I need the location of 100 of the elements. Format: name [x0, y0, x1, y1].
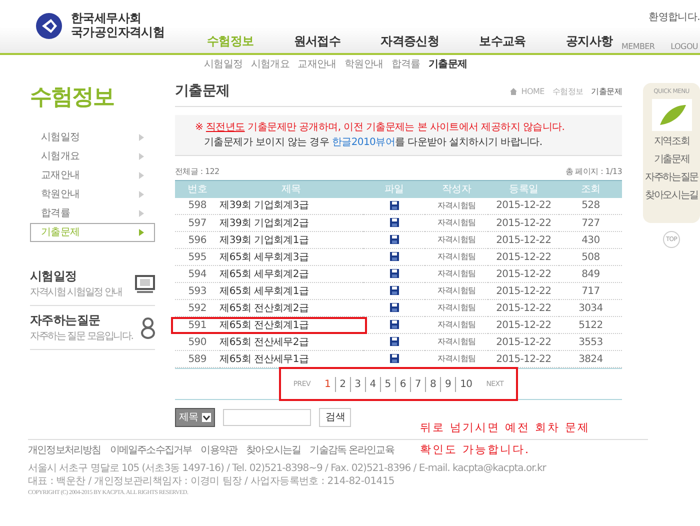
post-title-link[interactable]: 제65회 전산회계2급 — [220, 300, 363, 316]
search-button[interactable]: 검색 — [319, 408, 352, 427]
column-header: 파일 — [362, 180, 426, 198]
post-title-link[interactable]: 제65회 세무회계3급 — [220, 248, 363, 266]
caret-icon[interactable] — [202, 413, 212, 422]
post-title-link[interactable]: 제65회 전산회계1급 — [220, 316, 363, 334]
footer-link[interactable]: 이용약관 — [200, 444, 238, 458]
table-cell: 595 — [175, 248, 220, 266]
table-cell: 2015-12-22 — [488, 214, 560, 232]
table-cell: 자격시험팀 — [425, 282, 488, 300]
quick-menu-link[interactable]: 기출문제 — [654, 152, 690, 167]
search-field[interactable] — [223, 409, 312, 426]
table-cell: 849 — [559, 266, 622, 282]
quick-menu-link[interactable]: 지역조회 — [654, 134, 690, 149]
page-link[interactable]: 9 — [440, 376, 456, 392]
subnav-tab[interactable]: 교재안내 — [298, 57, 336, 73]
table-cell: 2015-12-22 — [488, 300, 560, 316]
post-title-link[interactable]: 제65회 전산세무1급 — [220, 350, 363, 368]
table-cell: 5122 — [559, 316, 622, 334]
welcome-text: 환영합니다. — [648, 11, 700, 25]
promo-subtitle: 자주하는 질문 모음입니다. — [30, 330, 133, 344]
page-title: 기출문제 — [175, 82, 230, 101]
sidebar-item[interactable]: 시험일정 — [30, 128, 155, 147]
table-cell: 598 — [175, 198, 220, 214]
post-title-link[interactable]: 제65회 전산세무2급 — [220, 334, 363, 350]
table-cell: 2015-12-22 — [488, 350, 560, 368]
promo-title: 시험일정 — [30, 268, 78, 285]
nav-tab[interactable]: 공지사항 — [566, 32, 613, 50]
subnav-tab[interactable]: 시험일정 — [204, 57, 243, 73]
page-link[interactable]: 2 — [334, 376, 350, 392]
post-title-link[interactable]: 제39회 기업회계3급 — [220, 198, 363, 214]
header-link[interactable]: MEMBER — [622, 41, 655, 53]
table-cell: 자격시험팀 — [425, 248, 488, 266]
nav-tab[interactable]: 보수교육 — [479, 32, 526, 50]
column-header: 등록일 — [488, 180, 560, 198]
table-cell: 2015-12-22 — [488, 334, 560, 350]
notice-text: ※ 직전년도 기출문제만 공개하며, 이전 기출문제는 본 사이트에서 제공하지 않습니다. — [195, 121, 566, 135]
post-title-link[interactable]: 제65회 세무회계1급 — [220, 282, 363, 300]
footer-link[interactable]: 이메일주소수집거부 — [110, 444, 192, 458]
subnav-tab[interactable]: 합격률 — [391, 57, 420, 73]
quick-menu-link[interactable]: 자주하는질문 — [645, 170, 698, 185]
logo-text: 국가공인자격시험 — [71, 26, 165, 40]
nav-tab[interactable]: 원서접수 — [294, 32, 341, 50]
footer-info: 대표 : 백운찬 / 개인정보관리책임자 : 이경미 팀장 / 사업자등록번호 : 214-82-01415 — [28, 475, 396, 488]
page-link[interactable]: 4 — [364, 376, 380, 392]
table-cell: 589 — [175, 350, 220, 368]
table-cell: 594 — [175, 266, 220, 282]
table-cell: 717 — [559, 282, 622, 300]
post-title-link[interactable]: 제65회 세무회계2급 — [220, 266, 363, 282]
sidebar-item[interactable]: 학원안내 — [30, 185, 155, 204]
table-cell: 2015-12-22 — [488, 316, 560, 334]
promo-subtitle: 자격시험 시험일정 안내 — [30, 286, 122, 300]
footer-link[interactable]: 기술감독 온라인교육 — [310, 444, 394, 458]
table-cell: 596 — [175, 232, 220, 248]
page-link[interactable]: 7 — [410, 376, 425, 392]
column-header: 제목 — [220, 180, 363, 198]
table-cell: 3824 — [559, 350, 622, 368]
footer-link[interactable]: 개인정보처리방침 — [28, 444, 101, 458]
logo-text: 한국세무사회 — [71, 12, 142, 26]
field-select[interactable]: 제목 — [175, 408, 216, 427]
subnav-tab[interactable]: 학원안내 — [344, 57, 384, 73]
footer-address: 서울시 서초구 명달로 105 (서초3동 1497-16) / Tel. 02)521-8398~9 / Fax. 02)521-8396 / E-mail. kacpta@kacpta.or.kr — [28, 462, 548, 475]
viewer-link[interactable]: 한글2010뷰어 — [332, 137, 395, 148]
table-cell: 자격시험팀 — [425, 350, 488, 368]
table-cell: 3034 — [559, 300, 622, 316]
sidebar-item[interactable]: 합격률 — [30, 204, 155, 223]
promo-title: 자주하는질문 — [30, 312, 102, 329]
page-link[interactable]: 8 — [424, 376, 440, 392]
page-link[interactable]: 6 — [394, 376, 410, 392]
post-title-link[interactable]: 제39회 기업회계2급 — [220, 214, 363, 232]
table-cell: 508 — [559, 248, 622, 266]
header-link[interactable]: LOGOU — [670, 41, 698, 53]
promo-card[interactable]: 시험일정 자격시험 시험일정 안내 — [30, 262, 155, 306]
table-cell: 2015-12-22 — [488, 232, 560, 248]
page-count: 총 페이지 : 1/13 — [565, 166, 622, 178]
page-link[interactable]: 1 — [320, 376, 335, 392]
sidebar-item[interactable]: 시험개요 — [30, 147, 155, 166]
table-cell: 430 — [559, 232, 622, 248]
table-cell: 593 — [175, 282, 220, 300]
breadcrumb-link[interactable]: 기출문제 — [591, 86, 622, 98]
subnav-tab[interactable]: 시험개요 — [250, 57, 290, 73]
footer-link[interactable]: 찾아오시는길 — [246, 444, 301, 458]
page-link[interactable]: 10 — [455, 376, 476, 392]
subnav-tab[interactable]: 기출문제 — [428, 57, 468, 73]
post-title-link[interactable]: 제39회 기업회계1급 — [220, 232, 363, 248]
table-cell: 727 — [559, 214, 622, 232]
page-link[interactable]: 5 — [380, 376, 395, 392]
sidebar-title: 수험정보 — [30, 84, 115, 112]
page-link[interactable]: 3 — [350, 376, 365, 392]
sidebar-item[interactable]: 교재안내 — [30, 166, 155, 185]
quick-menu-link[interactable]: 찾아오시는길 — [645, 188, 698, 203]
logo-icon[interactable] — [35, 12, 63, 40]
nav-tab[interactable]: 자격증신청 — [380, 32, 440, 50]
table-cell: 2015-12-22 — [488, 282, 560, 300]
table-cell: 자격시험팀 — [425, 300, 488, 316]
leaf-icon — [652, 99, 692, 131]
promo-card[interactable]: 자주하는질문 자주하는 질문 모음입니다. — [30, 306, 155, 350]
notice-text: 기출문제가 보이지 않는 경우 한글2010뷰어를 다운받아 설치하시기 바랍니다. — [203, 136, 544, 150]
column-header: 번호 — [175, 180, 220, 198]
table-cell: 2015-12-22 — [488, 266, 560, 282]
